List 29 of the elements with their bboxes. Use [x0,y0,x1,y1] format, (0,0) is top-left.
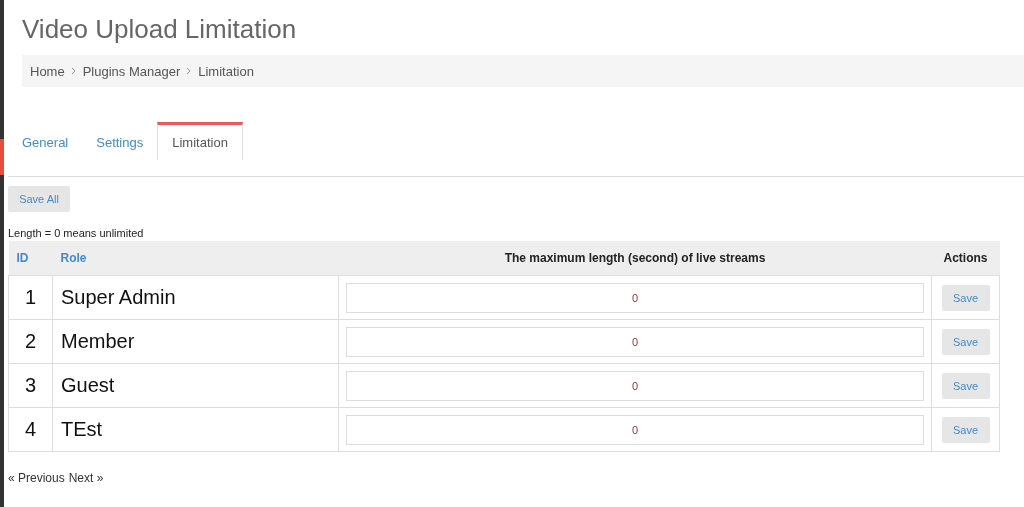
input-field[interactable]: 0 [346,326,924,357]
column-header: Actions [931,241,1000,276]
column-header: Role [52,241,339,276]
table-cell: Member [52,319,339,364]
breadcrumb-link[interactable]: Limitation [198,63,254,79]
table-cell: 1 [8,275,53,320]
input-field[interactable]: 0 [346,414,924,445]
chevron-icon [186,67,193,75]
breadcrumb-link[interactable]: Home [30,63,65,79]
input-field[interactable]: 0 [346,282,924,313]
pagination-link[interactable]: Next » [68,471,104,485]
chevron-icon [70,67,77,75]
column-header: ID [8,241,53,276]
table-cell: Super Admin [52,275,339,320]
pagination-link[interactable]: « Previous [8,471,65,485]
sidebar-highlight [0,139,4,175]
breadcrumb-link[interactable]: Plugins Manager [82,63,181,79]
table-cell: 2 [8,319,53,364]
table-cell: TEst [52,407,339,452]
table-cell: 3 [8,363,53,408]
tab[interactable]: General [8,123,83,161]
table-cell: 4 [8,407,53,452]
table-cell: Guest [52,363,339,408]
page-title: Video Upload Limitation [22,14,298,44]
tab[interactable]: Limitation [157,122,243,160]
input-field[interactable]: 0 [346,370,924,401]
tab[interactable]: Settings [82,123,158,161]
hint-text: Length = 0 means unlimited [8,226,145,240]
column-header: The maximum length (second) of live streams [338,241,932,276]
